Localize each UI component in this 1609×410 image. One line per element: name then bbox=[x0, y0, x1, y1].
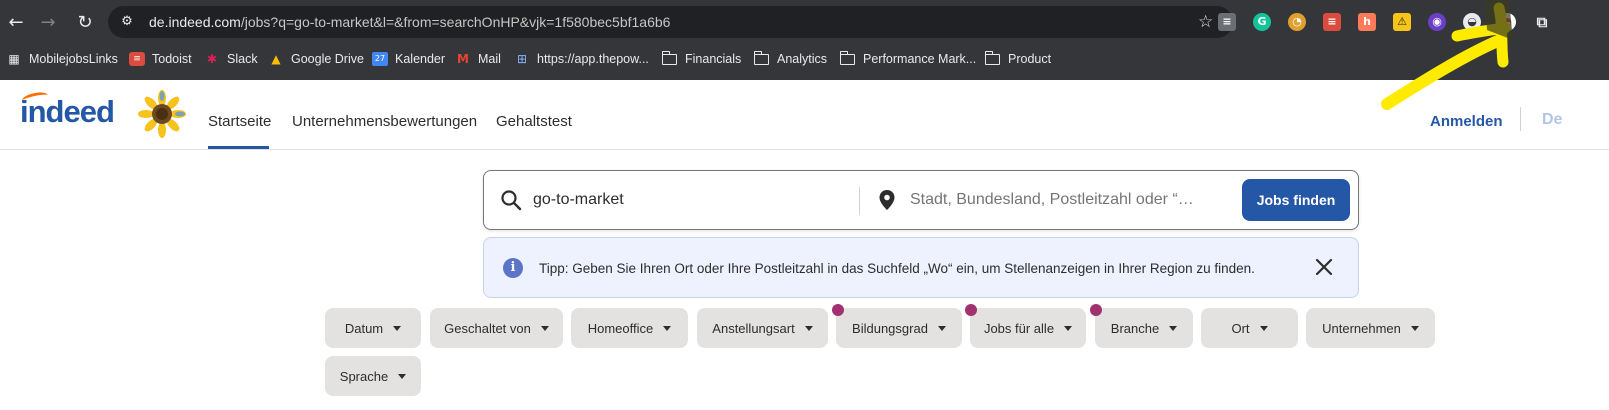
bookmark-folder-analytics[interactable]: Analytics bbox=[753, 50, 827, 67]
back-icon[interactable]: ← bbox=[4, 11, 28, 35]
folder-icon bbox=[753, 50, 769, 65]
annotation-arrow bbox=[1381, 0, 1513, 110]
new-indicator-dot bbox=[832, 304, 844, 316]
job-search-form: Jobs finden bbox=[483, 170, 1359, 230]
site-settings-icon[interactable]: ⚙ bbox=[118, 13, 136, 31]
todoist-icon: ≡ bbox=[129, 52, 145, 66]
filter-jobs-fuer-alle[interactable]: Jobs für alle bbox=[970, 308, 1086, 348]
chevron-down-icon bbox=[937, 325, 946, 331]
folder-icon bbox=[661, 50, 677, 65]
bookmark-slack[interactable]: ✱ Slack bbox=[204, 51, 258, 67]
active-nav-indicator bbox=[208, 146, 269, 149]
chevron-down-icon bbox=[663, 325, 672, 331]
nav-startseite[interactable]: Startseite bbox=[208, 113, 271, 130]
filter-ort[interactable]: Ort bbox=[1201, 308, 1298, 348]
folder-icon bbox=[839, 50, 855, 65]
filter-unternehmen[interactable]: Unternehmen bbox=[1306, 308, 1435, 348]
chevron-down-icon bbox=[1064, 325, 1073, 331]
filter-geschaltet-von[interactable]: Geschaltet von bbox=[430, 308, 563, 348]
find-jobs-button[interactable]: Jobs finden bbox=[1242, 179, 1350, 221]
web-icon: ⊞ bbox=[516, 52, 528, 66]
employers-link[interactable]: De bbox=[1542, 111, 1562, 129]
close-icon[interactable] bbox=[1312, 255, 1336, 279]
chevron-down-icon bbox=[393, 325, 402, 331]
calendar-icon: 27 bbox=[372, 52, 388, 66]
filter-homeoffice[interactable]: Homeoffice bbox=[571, 308, 688, 348]
extensions-puzzle-icon[interactable]: ⧉ bbox=[1533, 13, 1551, 31]
where-input[interactable] bbox=[910, 187, 1230, 213]
bookmark-google-drive[interactable]: ▲ Google Drive bbox=[268, 51, 364, 67]
chevron-down-icon bbox=[1259, 325, 1268, 331]
filter-sprache[interactable]: Sprache bbox=[325, 356, 421, 396]
nav-gehaltstest[interactable]: Gehaltstest bbox=[496, 113, 572, 130]
reload-icon[interactable]: ↻ bbox=[73, 11, 97, 35]
tip-text: Tipp: Geben Sie Ihren Ort oder Ihre Post… bbox=[539, 261, 1255, 276]
chart-icon[interactable]: ◔ bbox=[1288, 13, 1306, 31]
todoist-icon[interactable]: ≡ bbox=[1323, 13, 1341, 31]
stack-icon[interactable]: ≡ bbox=[1218, 13, 1236, 31]
filter-bildungsgrad[interactable]: Bildungsgrad bbox=[836, 308, 962, 348]
signin-link[interactable]: Anmelden bbox=[1430, 113, 1503, 130]
info-icon: i bbox=[503, 258, 523, 278]
indeed-logo[interactable]: indeed bbox=[20, 94, 115, 130]
bookmarks-bar: ▦ MobilejobsLinks ≡ Todoist ✱ Slack ▲ Google… bbox=[0, 44, 1609, 74]
drive-icon: ▲ bbox=[271, 52, 281, 66]
bookmark-kalender[interactable]: 27 Kalender bbox=[372, 51, 445, 67]
folder-icon bbox=[984, 50, 1000, 65]
chevron-down-icon bbox=[540, 325, 549, 331]
bookmark-folder-product[interactable]: Product bbox=[984, 50, 1051, 67]
search-icon bbox=[501, 190, 522, 211]
bookmark-todoist[interactable]: ≡ Todoist bbox=[129, 51, 192, 67]
apps-icon: ▦ bbox=[8, 52, 20, 66]
grammarly-icon[interactable]: G bbox=[1253, 13, 1271, 31]
location-pin-icon bbox=[879, 190, 895, 210]
bookmark-star-icon[interactable]: ☆ bbox=[1198, 13, 1213, 31]
filter-anstellungsart[interactable]: Anstellungsart bbox=[697, 308, 828, 348]
new-indicator-dot bbox=[965, 304, 977, 316]
chevron-down-icon bbox=[1410, 325, 1419, 331]
bookmark-folder-financials[interactable]: Financials bbox=[661, 50, 741, 67]
search-separator bbox=[859, 187, 860, 215]
bookmark-thepow[interactable]: ⊞ https://app.thepow... bbox=[514, 51, 649, 67]
new-indicator-dot bbox=[1090, 304, 1102, 316]
nav-unternehmensbewertungen[interactable]: Unternehmensbewertungen bbox=[292, 113, 477, 130]
filter-branche[interactable]: Branche bbox=[1095, 308, 1193, 348]
location-tip-banner: i Tipp: Geben Sie Ihren Ort oder Ihre Po… bbox=[483, 237, 1359, 298]
bookmark-mobilejobslinks[interactable]: ▦ MobilejobsLinks bbox=[6, 51, 118, 67]
gmail-icon: M bbox=[457, 52, 469, 66]
what-input[interactable] bbox=[533, 187, 853, 213]
chevron-down-icon bbox=[804, 325, 813, 331]
address-bar[interactable]: ⚙ de.indeed.com/jobs?q=go-to-market&l=&f… bbox=[108, 6, 1233, 38]
forward-icon[interactable]: → bbox=[36, 11, 60, 35]
url-text[interactable]: de.indeed.com/jobs?q=go-to-market&l=&fro… bbox=[149, 14, 670, 30]
chevron-down-icon bbox=[398, 373, 407, 379]
hubspot-icon[interactable]: h bbox=[1358, 13, 1376, 31]
bookmark-mail[interactable]: M Mail bbox=[455, 51, 501, 67]
browser-chrome: ← → ↻ ⚙ de.indeed.com/jobs?q=go-to-marke… bbox=[0, 0, 1609, 80]
chevron-down-icon bbox=[1169, 325, 1178, 331]
sunflower-icon bbox=[138, 90, 186, 138]
site-header: indeed Startseite Unternehmensbewertunge… bbox=[0, 80, 1609, 150]
filter-datum[interactable]: Datum bbox=[325, 308, 421, 348]
slack-icon: ✱ bbox=[206, 52, 218, 66]
bookmark-folder-performance[interactable]: Performance Mark... bbox=[839, 50, 976, 67]
